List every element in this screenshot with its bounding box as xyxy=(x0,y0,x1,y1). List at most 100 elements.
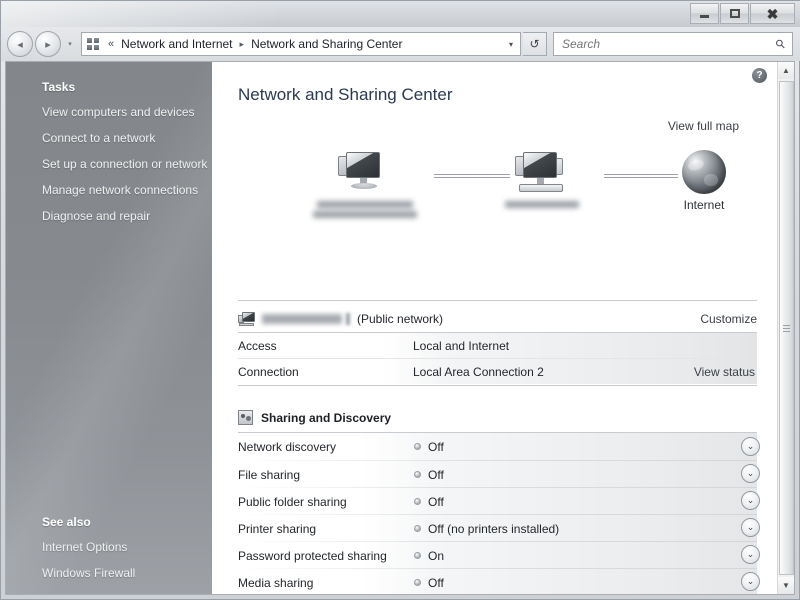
close-button[interactable]: ✖ xyxy=(750,3,795,24)
divider xyxy=(238,300,757,301)
row-label: Media sharing xyxy=(238,575,314,590)
sidebar: Tasks View computers and devices Connect… xyxy=(6,62,212,594)
row-label: Public folder sharing xyxy=(238,494,347,509)
network-map-label-redacted xyxy=(494,201,590,208)
expand-button-printer-sharing[interactable]: ⌄ xyxy=(741,518,760,537)
see-also-heading: See also xyxy=(42,515,91,529)
address-bar[interactable]: « Network and Internet ▸ Network and Sha… xyxy=(81,32,521,56)
table-row-file-sharing: File sharing Off xyxy=(238,461,757,488)
refresh-icon: ↺ xyxy=(529,37,540,51)
chevron-down-icon: ⌄ xyxy=(746,441,755,451)
table-row-media-sharing: Media sharing Off xyxy=(238,569,757,594)
network-info-header: (Public network) Customize xyxy=(238,307,757,331)
network-name-redacted xyxy=(262,314,342,324)
network-type-label: (Public network) xyxy=(357,312,444,326)
chevron-down-icon: ⌄ xyxy=(746,522,755,532)
main-pane: ? Network and Sharing Center View full m… xyxy=(212,62,777,594)
computer-icon xyxy=(336,150,394,198)
chevron-down-icon: ⌄ xyxy=(746,495,755,505)
customize-link[interactable]: Customize xyxy=(700,312,757,326)
row-label: Printer sharing xyxy=(238,521,317,536)
help-icon[interactable]: ? xyxy=(752,68,767,83)
sidebar-item-view-computers-and-devices[interactable]: View computers and devices xyxy=(6,105,212,119)
see-also-section: See also Internet Options Windows Firewa… xyxy=(6,515,212,580)
status-indicator-icon xyxy=(414,525,421,532)
breadcrumb-separator-icon: ▸ xyxy=(239,38,245,49)
chevron-down-icon: ▼ xyxy=(782,581,790,590)
table-row-connection: Connection Local Area Connection 2 View … xyxy=(238,359,757,384)
chevron-down-icon: ⌄ xyxy=(746,468,755,478)
network-icon xyxy=(85,36,103,52)
network-map: Internet xyxy=(238,142,757,252)
status-indicator-icon xyxy=(414,498,421,505)
scroll-down-button[interactable]: ▼ xyxy=(778,577,794,594)
search-box[interactable]: ⚲ xyxy=(553,32,793,56)
page-title: Network and Sharing Center xyxy=(238,85,453,104)
network-icon xyxy=(238,311,256,327)
window-controls: ✖ xyxy=(690,3,795,24)
scroll-up-button[interactable]: ▲ xyxy=(778,62,794,79)
refresh-button[interactable]: ↺ xyxy=(523,32,547,56)
row-state: Off xyxy=(428,439,444,454)
table-row-password-protected-sharing: Password protected sharing On xyxy=(238,542,757,569)
vertical-scrollbar[interactable]: ▲ ▼ xyxy=(777,62,794,594)
breadcrumb-network-and-sharing-center[interactable]: Network and Sharing Center xyxy=(251,37,402,51)
scrollbar-thumb[interactable] xyxy=(779,81,794,575)
sidebar-item-manage-network-connections[interactable]: Manage network connections xyxy=(6,183,212,197)
network-map-label-redacted xyxy=(310,201,420,218)
row-value: Local and Internet xyxy=(413,338,510,353)
chevron-down-icon: ⌄ xyxy=(746,576,755,586)
recent-pages-button[interactable]: ▾ xyxy=(65,31,75,57)
sharing-and-discovery-header: Sharing and Discovery xyxy=(238,410,391,425)
expand-button-public-folder-sharing[interactable]: ⌄ xyxy=(741,491,760,510)
expand-button-password-protected-sharing[interactable]: ⌄ xyxy=(741,545,760,564)
row-state: Off xyxy=(428,575,444,590)
table-row-public-folder-sharing: Public folder sharing Off xyxy=(238,488,757,515)
back-icon: ◂ xyxy=(17,38,23,51)
search-icon: ⚲ xyxy=(772,35,789,53)
chevron-down-icon: ⌄ xyxy=(746,549,755,559)
nav-buttons: ◂ ▸ ▾ xyxy=(7,31,75,57)
sidebar-item-connect-to-a-network[interactable]: Connect to a network xyxy=(6,131,212,145)
status-indicator-icon xyxy=(414,471,421,478)
sidebar-item-windows-firewall[interactable]: Windows Firewall xyxy=(6,566,212,580)
network-map-node-this-computer[interactable] xyxy=(310,150,420,218)
status-indicator-icon xyxy=(414,443,421,450)
row-state: Off (no printers installed) xyxy=(428,521,560,536)
row-label: File sharing xyxy=(238,467,301,482)
maximize-button[interactable] xyxy=(720,3,749,24)
sidebar-item-set-up-a-connection-or-network[interactable]: Set up a connection or network xyxy=(6,157,212,171)
table-row-printer-sharing: Printer sharing Off (no printers install… xyxy=(238,515,757,542)
forward-button[interactable]: ▸ xyxy=(35,31,61,57)
tasks-section: Tasks View computers and devices Connect… xyxy=(6,62,212,223)
expand-button-file-sharing[interactable]: ⌄ xyxy=(741,464,760,483)
sidebar-item-internet-options[interactable]: Internet Options xyxy=(6,540,212,554)
chevron-up-icon: ▲ xyxy=(782,66,790,75)
back-button[interactable]: ◂ xyxy=(7,31,33,57)
view-full-map-link[interactable]: View full map xyxy=(668,119,739,133)
minimize-button[interactable] xyxy=(690,3,719,24)
row-label: Network discovery xyxy=(238,439,337,454)
expand-button-media-sharing[interactable]: ⌄ xyxy=(741,572,760,591)
search-input[interactable] xyxy=(562,37,762,51)
view-status-link[interactable]: View status xyxy=(694,365,755,379)
row-state: Off xyxy=(428,494,444,509)
forward-icon: ▸ xyxy=(45,38,51,51)
network-name-redacted-tail xyxy=(346,313,350,325)
row-value: Local Area Connection 2 xyxy=(413,364,544,379)
expand-button-network-discovery[interactable]: ⌄ xyxy=(741,437,760,456)
scrollbar-grip-icon xyxy=(783,323,790,334)
network-map-node-internet[interactable]: Internet xyxy=(656,150,752,212)
status-indicator-icon xyxy=(414,552,421,559)
sidebar-item-diagnose-and-repair[interactable]: Diagnose and repair xyxy=(6,209,212,223)
address-dropdown-icon[interactable]: ▾ xyxy=(509,40,513,49)
row-state: Off xyxy=(428,467,444,482)
status-indicator-icon xyxy=(414,579,421,586)
navigation-bar: ◂ ▸ ▾ « Network and Internet ▸ Network a… xyxy=(1,27,800,61)
breadcrumb-overflow-icon[interactable]: « xyxy=(108,38,114,50)
chevron-down-icon: ▾ xyxy=(68,41,72,48)
network-map-node-router[interactable] xyxy=(494,150,590,208)
title-bar-glow xyxy=(1,1,401,27)
breadcrumb-network-and-internet[interactable]: Network and Internet xyxy=(121,37,232,51)
row-state: On xyxy=(428,548,445,563)
